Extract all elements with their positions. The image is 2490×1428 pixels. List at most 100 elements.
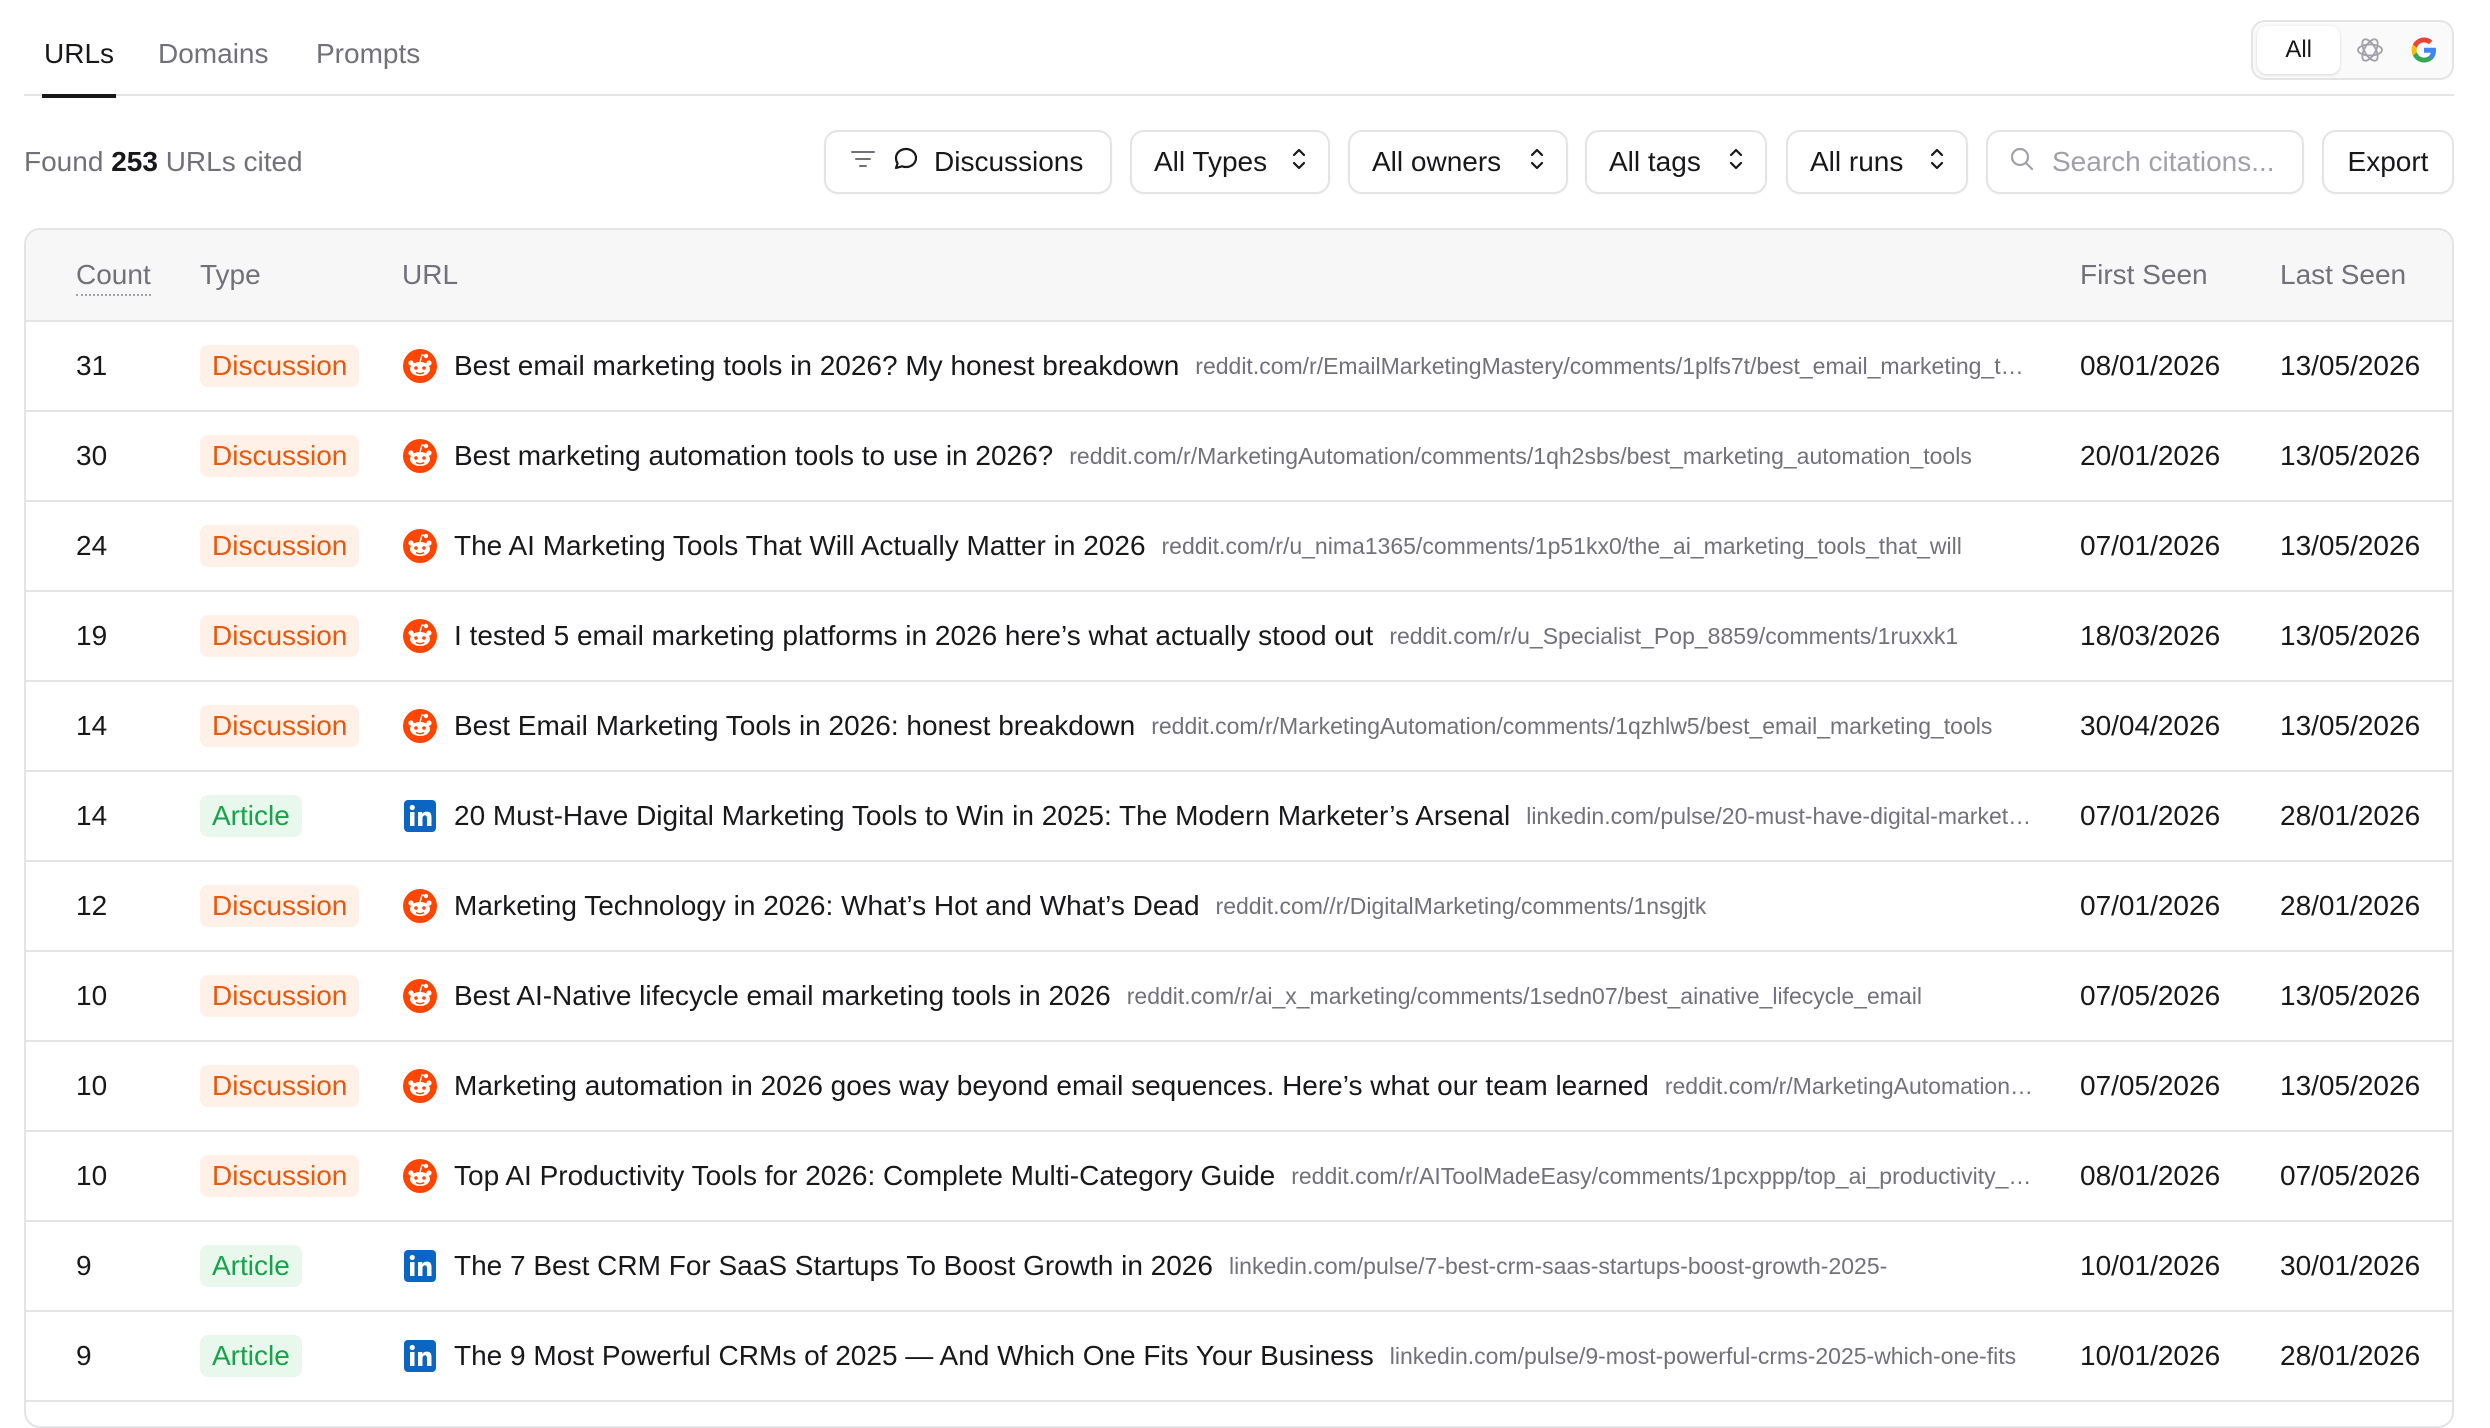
type-cell: Article	[200, 772, 302, 860]
tags-select[interactable]: All tags	[1585, 130, 1767, 194]
table-row[interactable]: 30 Discussion Best marketing automation …	[26, 412, 2452, 502]
page-title-text[interactable]: 20 Must-Have Digital Marketing Tools to …	[454, 800, 1510, 832]
tab-prompts[interactable]: Prompts	[316, 30, 420, 96]
linkedin-icon	[402, 798, 438, 834]
url-cell: The AI Marketing Tools That Will Actuall…	[402, 502, 2036, 590]
type-badge: Article	[200, 1335, 302, 1377]
url-cell: Marketing automation in 2026 goes way be…	[402, 1042, 2036, 1130]
table-row[interactable]: 12 Discussion Marketing Technology in 20…	[26, 862, 2452, 952]
owners-select[interactable]: All owners	[1348, 130, 1568, 194]
linkedin-icon	[402, 1248, 438, 1284]
chevron-up-down-icon	[1926, 144, 1948, 181]
url-text[interactable]: reddit.com/r/MarketingAutomation/comment…	[1665, 1073, 2036, 1100]
page-title-text[interactable]: Marketing Technology in 2026: What’s Hot…	[454, 890, 1200, 922]
count-cell: 14	[76, 800, 108, 831]
types-select[interactable]: All Types	[1130, 130, 1330, 194]
chevron-up-down-icon	[1526, 144, 1548, 181]
type-cell: Discussion	[200, 952, 360, 1040]
runs-select[interactable]: All runs	[1786, 130, 1968, 194]
type-badge: Discussion	[200, 1155, 360, 1197]
type-cell: Discussion	[200, 682, 360, 770]
tags-select-label: All tags	[1609, 146, 1701, 177]
search-icon	[2008, 145, 2036, 180]
reddit-icon	[402, 1068, 438, 1104]
last-seen-cell: 13/05/2026	[2280, 620, 2421, 651]
page-title-text[interactable]: Best marketing automation tools to use i…	[454, 440, 1053, 472]
table-row[interactable]: 10 Discussion Best AI-Native lifecycle e…	[26, 952, 2452, 1042]
url-text[interactable]: reddit.com/r/u_Specialist_Pop_8859/comme…	[1389, 623, 2036, 650]
last-seen-cell: 07/05/2026	[2280, 1160, 2421, 1191]
table-row[interactable]: 9 Article The 7 Best CRM For SaaS Startu…	[26, 1222, 2452, 1312]
type-badge: Discussion	[200, 525, 360, 567]
url-cell: I tested 5 email marketing platforms in …	[402, 592, 2036, 680]
reddit-icon	[402, 528, 438, 564]
column-header-count[interactable]: Count	[76, 230, 151, 320]
last-seen-cell: 13/05/2026	[2280, 350, 2421, 381]
tab-domains[interactable]: Domains	[158, 30, 268, 96]
type-badge: Discussion	[200, 885, 360, 927]
chevron-up-down-icon	[1288, 144, 1310, 181]
url-cell: Best marketing automation tools to use i…	[402, 412, 2036, 500]
tab-bar: URLs Domains Prompts All	[24, 0, 2454, 98]
table-row[interactable]: 14 Discussion Best Email Marketing Tools…	[26, 682, 2452, 772]
reddit-icon	[402, 438, 438, 474]
url-text[interactable]: reddit.com/r/MarketingAutomation/comment…	[1151, 713, 2036, 740]
page-title-text[interactable]: I tested 5 email marketing platforms in …	[454, 620, 1373, 652]
last-seen-cell: 13/05/2026	[2280, 980, 2421, 1011]
page-title-text[interactable]: The 9 Most Powerful CRMs of 2025 — And W…	[454, 1340, 1374, 1372]
first-seen-cell: 07/01/2026	[2080, 800, 2221, 831]
page-title-text[interactable]: The AI Marketing Tools That Will Actuall…	[454, 530, 1146, 562]
url-text[interactable]: linkedin.com/pulse/9-most-powerful-crms-…	[1390, 1343, 2036, 1370]
results-prefix: Found	[24, 146, 104, 177]
type-badge: Discussion	[200, 975, 360, 1017]
count-cell: 10	[76, 980, 108, 1011]
url-cell: The 7 Best CRM For SaaS Startups To Boos…	[402, 1222, 2036, 1310]
message-bubble-icon	[892, 145, 920, 180]
url-text[interactable]: reddit.com/r/u_nima1365/comments/1p51kx0…	[1162, 533, 2036, 560]
count-cell: 24	[76, 530, 108, 561]
url-text[interactable]: reddit.com/r/AIToolMadeEasy/comments/1pc…	[1291, 1163, 2036, 1190]
page-title-text[interactable]: Marketing automation in 2026 goes way be…	[454, 1070, 1649, 1102]
column-header-url: URL	[402, 259, 459, 290]
type-cell: Article	[200, 1222, 302, 1310]
url-text[interactable]: reddit.com/r/MarketingAutomation/comment…	[1069, 443, 2036, 470]
type-cell: Discussion	[200, 592, 360, 680]
type-badge: Discussion	[200, 345, 360, 387]
search-field[interactable]	[1986, 130, 2304, 194]
discussions-filter-button[interactable]: Discussions	[824, 130, 1112, 194]
type-badge: Article	[200, 795, 302, 837]
export-button[interactable]: Export	[2322, 130, 2454, 194]
discussions-filter-label: Discussions	[934, 146, 1084, 177]
table-row[interactable]: 19 Discussion I tested 5 email marketing…	[26, 592, 2452, 682]
type-cell: Discussion	[200, 412, 360, 500]
model-filter-all-button[interactable]: All	[2257, 26, 2340, 74]
url-text[interactable]: reddit.com/r/ai_x_marketing/comments/1se…	[1127, 983, 2036, 1010]
table-row[interactable]: 10 Discussion Top AI Productivity Tools …	[26, 1132, 2452, 1222]
table-row[interactable]: 31 Discussion Best email marketing tools…	[26, 322, 2452, 412]
table-row[interactable]: 14 Article 20 Must-Have Digital Marketin…	[26, 772, 2452, 862]
openai-icon[interactable]	[2346, 26, 2394, 74]
google-icon[interactable]	[2400, 26, 2448, 74]
url-text[interactable]: reddit.com/r/EmailMarketingMastery/comme…	[1195, 353, 2036, 380]
type-badge: Discussion	[200, 435, 360, 477]
search-input[interactable]	[2052, 146, 2292, 178]
page-title-text[interactable]: Best AI-Native lifecycle email marketing…	[454, 980, 1111, 1012]
table-row[interactable]: 10 Discussion Marketing automation in 20…	[26, 1042, 2452, 1132]
column-header-type: Type	[200, 259, 261, 290]
page-title-text[interactable]: Best Email Marketing Tools in 2026: hone…	[454, 710, 1135, 742]
first-seen-cell: 10/01/2026	[2080, 1340, 2221, 1371]
table-row[interactable]: 24 Discussion The AI Marketing Tools Tha…	[26, 502, 2452, 592]
url-cell: Best AI-Native lifecycle email marketing…	[402, 952, 2036, 1040]
types-select-label: All Types	[1154, 146, 1268, 177]
page-title-text[interactable]: Top AI Productivity Tools for 2026: Comp…	[454, 1160, 1275, 1192]
page-title-text[interactable]: Best email marketing tools in 2026? My h…	[454, 350, 1179, 382]
column-header-last-seen: Last Seen	[2280, 259, 2407, 290]
url-cell: Top AI Productivity Tools for 2026: Comp…	[402, 1132, 2036, 1220]
count-cell: 14	[76, 710, 108, 741]
page-title-text[interactable]: The 7 Best CRM For SaaS Startups To Boos…	[454, 1250, 1213, 1282]
url-text[interactable]: reddit.com//r/DigitalMarketing/comments/…	[1216, 893, 2036, 920]
url-text[interactable]: linkedin.com/pulse/7-best-crm-saas-start…	[1229, 1253, 2036, 1280]
tab-urls[interactable]: URLs	[41, 30, 117, 98]
url-text[interactable]: linkedin.com/pulse/20-must-have-digital-…	[1526, 803, 2036, 830]
table-row[interactable]: 9 Article The 9 Most Powerful CRMs of 20…	[26, 1312, 2452, 1402]
